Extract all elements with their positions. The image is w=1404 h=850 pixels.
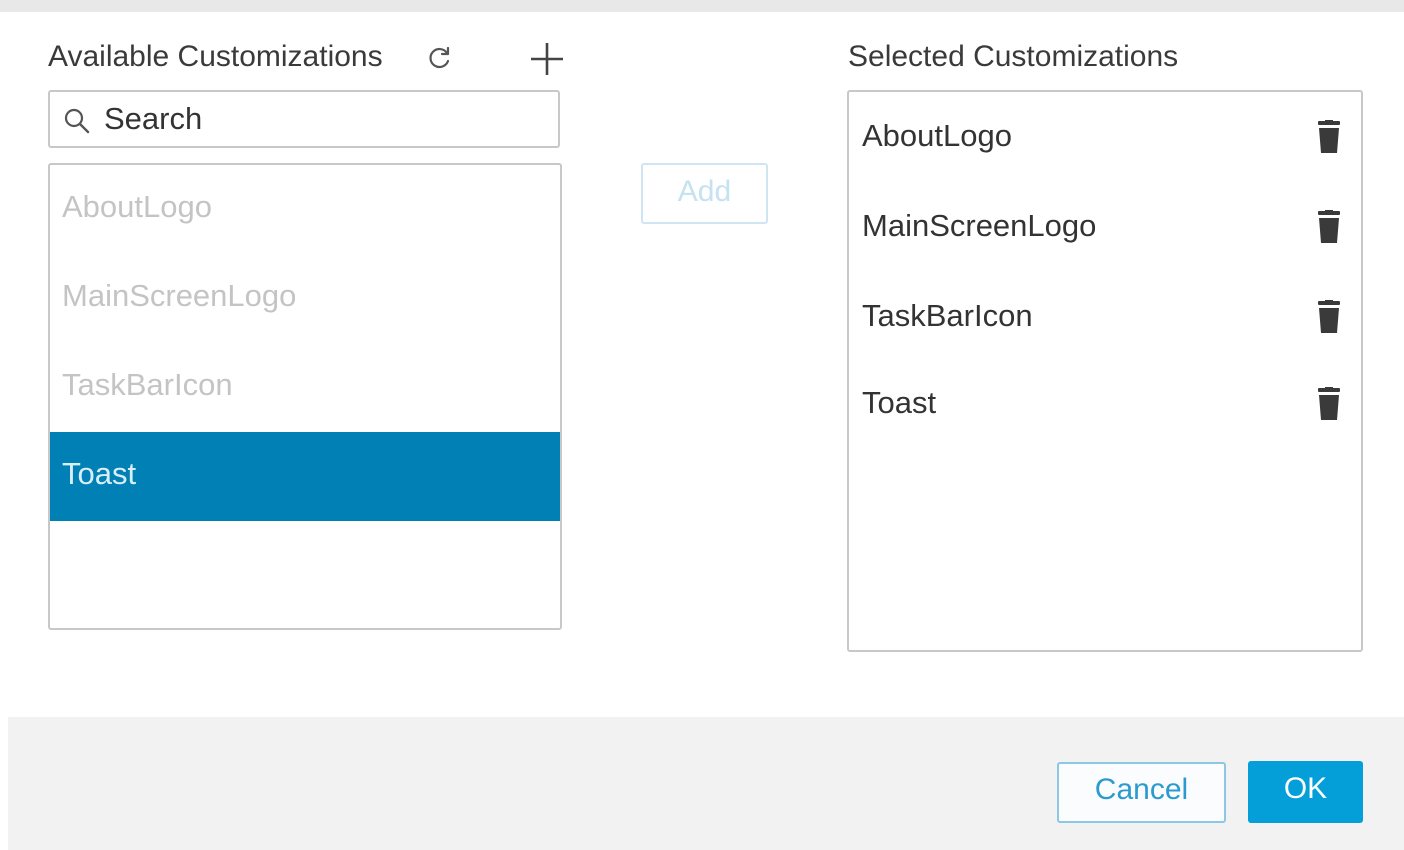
selected-item-mainscreenlogo: MainScreenLogo bbox=[849, 196, 1361, 256]
selected-list: AboutLogo MainScreenLogo TaskBarIcon Toa… bbox=[847, 90, 1363, 652]
add-button[interactable]: Add bbox=[641, 163, 768, 224]
available-item-taskbaricon[interactable]: TaskBarIcon bbox=[50, 343, 560, 432]
selected-customizations-title: Selected Customizations bbox=[848, 40, 1179, 73]
trash-icon[interactable] bbox=[1317, 120, 1341, 154]
trash-icon[interactable] bbox=[1317, 387, 1341, 421]
selected-item-toast: Toast bbox=[849, 373, 1361, 433]
available-customizations-title: Available Customizations bbox=[48, 40, 383, 73]
selected-item-aboutlogo: AboutLogo bbox=[849, 106, 1361, 166]
refresh-icon[interactable] bbox=[426, 44, 454, 72]
available-item-aboutlogo[interactable]: AboutLogo bbox=[50, 165, 560, 254]
available-list: AboutLogo MainScreenLogo TaskBarIcon Toa… bbox=[48, 163, 562, 630]
selected-item-label: AboutLogo bbox=[862, 118, 1012, 153]
ok-button[interactable]: OK bbox=[1248, 761, 1363, 823]
available-item-mainscreenlogo[interactable]: MainScreenLogo bbox=[50, 254, 560, 343]
search-box bbox=[48, 90, 560, 148]
selected-item-label: MainScreenLogo bbox=[862, 208, 1097, 243]
selected-item-taskbaricon: TaskBarIcon bbox=[849, 286, 1361, 346]
search-input[interactable] bbox=[104, 100, 544, 138]
selected-item-label: Toast bbox=[862, 385, 937, 420]
trash-icon[interactable] bbox=[1317, 210, 1341, 244]
plus-icon[interactable] bbox=[528, 40, 566, 78]
cancel-button[interactable]: Cancel bbox=[1057, 762, 1226, 823]
dialog-top-border bbox=[0, 0, 1404, 12]
trash-icon[interactable] bbox=[1317, 300, 1341, 334]
available-item-toast[interactable]: Toast bbox=[50, 432, 560, 521]
selected-item-label: TaskBarIcon bbox=[862, 298, 1033, 333]
search-icon bbox=[64, 108, 90, 134]
